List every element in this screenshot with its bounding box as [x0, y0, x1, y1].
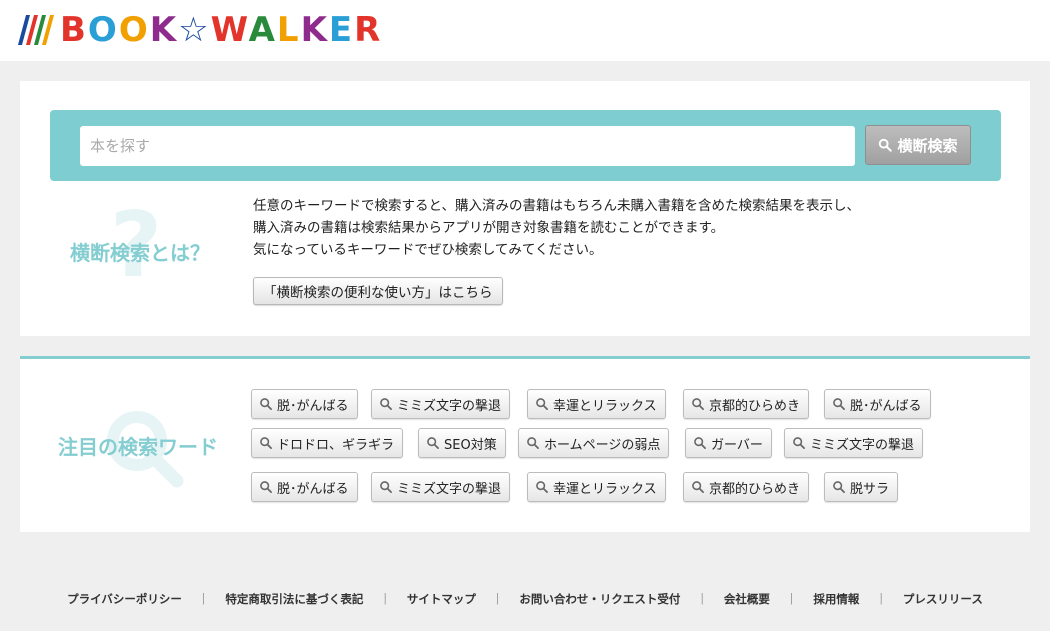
- keyword-tag[interactable]: 幸運とリラックス: [527, 472, 666, 502]
- keyword-tag-label: 京都的ひらめき: [709, 398, 801, 414]
- keyword-tag[interactable]: 京都的ひらめき: [683, 389, 810, 419]
- keyword-tag[interactable]: ホームページの弱点: [518, 428, 670, 458]
- site-header: BOOK☆WALKER: [0, 0, 1050, 61]
- keyword-tag[interactable]: ミミズ文字の撃退: [371, 389, 511, 419]
- keyword-tag-label: ミミズ文字の撃退: [397, 481, 502, 497]
- about-description: 任意のキーワードで検索すると、購入済みの書籍はもちろん未購入書籍を含めた検索結果…: [253, 195, 860, 261]
- search-icon: [527, 437, 539, 449]
- keyword-tag[interactable]: ドロドロ、ギラギラ: [251, 428, 404, 458]
- footer-separator: ｜: [785, 592, 798, 606]
- search-input[interactable]: [80, 126, 855, 166]
- keyword-tag[interactable]: 脱サラ: [824, 472, 899, 502]
- footer-link[interactable]: 採用情報: [813, 591, 859, 607]
- keyword-tag[interactable]: 脱･がんばる: [251, 389, 358, 419]
- trending-keywords-heading: 注目の検索ワード: [50, 409, 240, 489]
- search-icon: [879, 138, 893, 152]
- keyword-tag-label: ガーバー: [711, 437, 763, 453]
- keyword-tag-label: ホームページの弱点: [544, 437, 661, 453]
- trending-keywords-title: 注目の検索ワード: [58, 435, 218, 459]
- bookwalker-logo[interactable]: BOOK☆WALKER: [17, 10, 383, 50]
- about-line: 購入済みの書籍は検索結果からアプリが開き対象書籍を読むことができます。: [253, 220, 725, 236]
- keyword-tag-label: 脱･がんばる: [850, 398, 922, 414]
- cross-search-button[interactable]: 横断検索: [865, 125, 971, 165]
- about-section-heading: ? 横断検索とは？: [50, 201, 230, 301]
- keyword-tag-label: ドロドロ、ギラギラ: [277, 437, 395, 453]
- search-icon: [260, 481, 272, 493]
- keyword-tag-label: 幸運とリラックス: [553, 481, 657, 497]
- keyword-tag-label: 脱･がんばる: [277, 481, 349, 497]
- logo-text: BOOK☆WALKER: [60, 10, 383, 50]
- search-icon: [380, 398, 392, 410]
- about-title: 横断検索とは？: [70, 241, 210, 265]
- footer-link[interactable]: プレスリリース: [903, 591, 983, 607]
- search-icon: [793, 437, 805, 449]
- footer-link[interactable]: お問い合わせ・リクエスト受付: [519, 591, 680, 607]
- keyword-tag[interactable]: 脱･がんばる: [251, 472, 358, 502]
- search-icon: [380, 481, 392, 493]
- keyword-tag-label: ミミズ文字の撃退: [810, 437, 915, 453]
- keyword-tag-label: 脱サラ: [850, 481, 890, 497]
- search-panel: 横断検索 ? 横断検索とは？ 任意のキーワードで検索すると、購入済みの書籍はもち…: [20, 81, 1030, 336]
- search-icon: [260, 398, 272, 410]
- logo-bars-icon: [17, 15, 55, 45]
- search-icon: [536, 481, 548, 493]
- cross-search-button-label: 横断検索: [897, 136, 958, 155]
- search-icon: [536, 398, 548, 410]
- keyword-tag[interactable]: ガーバー: [685, 428, 772, 458]
- footer-links: プライバシーポリシー ｜ 特定商取引法に基づく表記 ｜ サイトマップ ｜ お問い合わせ・リク…: [0, 590, 1050, 608]
- footer-link[interactable]: サイトマップ: [407, 591, 476, 607]
- keyword-tag[interactable]: 幸運とリラックス: [527, 389, 666, 419]
- trending-keywords-panel: 注目の検索ワード 脱･がんばる ミミズ文字の撃退 幸運とリラックス 京都的ひらめき 脱･…: [20, 359, 1030, 532]
- footer-separator: ｜: [379, 592, 391, 606]
- keyword-tag[interactable]: 京都的ひらめき: [683, 472, 810, 502]
- usage-guide-button[interactable]: 「横断検索の便利な使い方」はこちら: [253, 277, 503, 305]
- footer-separator: ｜: [491, 592, 504, 606]
- search-icon: [260, 437, 272, 449]
- footer-link[interactable]: 会社概要: [724, 591, 770, 607]
- search-icon: [692, 481, 704, 493]
- footer-separator: ｜: [696, 592, 708, 606]
- footer-separator: ｜: [875, 592, 887, 606]
- keyword-tag[interactable]: ミミズ文字の撃退: [784, 428, 924, 458]
- search-icon: [833, 481, 845, 493]
- keyword-tag-label: SEO対策: [444, 437, 497, 453]
- footer-link[interactable]: 特定商取引法に基づく表記: [225, 591, 363, 607]
- keyword-tag[interactable]: SEO対策: [418, 428, 506, 458]
- footer-link[interactable]: プライバシーポリシー: [67, 591, 182, 607]
- about-line: 任意のキーワードで検索すると、購入済みの書籍はもちろん未購入書籍を含めた検索結果…: [253, 198, 860, 214]
- footer-separator: ｜: [197, 592, 210, 606]
- search-bar: 横断検索: [50, 110, 1001, 181]
- keyword-tag-label: 京都的ひらめき: [709, 481, 801, 497]
- about-line: 気になっているキーワードでぜひ検索してみてください。: [253, 242, 603, 258]
- search-icon: [694, 437, 706, 449]
- keyword-tag-label: ミミズ文字の撃退: [397, 398, 502, 414]
- keyword-tag[interactable]: 脱･がんばる: [824, 389, 931, 419]
- keyword-tag-label: 脱･がんばる: [277, 398, 349, 414]
- search-icon: [692, 398, 704, 410]
- keyword-tag[interactable]: ミミズ文字の撃退: [371, 472, 511, 502]
- keyword-tag-label: 幸運とリラックス: [553, 398, 657, 414]
- search-icon: [427, 437, 439, 449]
- search-icon: [833, 398, 845, 410]
